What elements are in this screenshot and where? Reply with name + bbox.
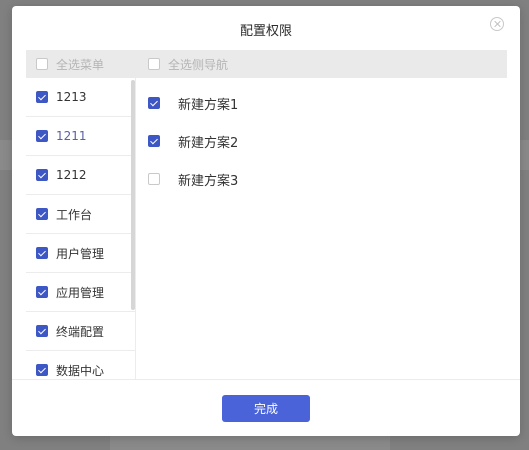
menu-item-checkbox[interactable] bbox=[36, 247, 48, 259]
dialog-footer: 完成 bbox=[12, 379, 520, 436]
nav-item-checkbox[interactable] bbox=[148, 97, 160, 109]
menu-item-checkbox[interactable] bbox=[36, 91, 48, 103]
nav-list: 新建方案1 新建方案2 新建方案3 bbox=[148, 84, 238, 198]
select-all-nav[interactable]: 全选侧导航 bbox=[148, 50, 228, 78]
nav-item-checkbox[interactable] bbox=[148, 135, 160, 147]
menu-list-item[interactable]: 应用管理 bbox=[26, 273, 135, 312]
dialog-title: 配置权限 bbox=[239, 24, 292, 39]
nav-list-item[interactable]: 新建方案3 bbox=[148, 160, 238, 198]
backdrop-fragment bbox=[0, 140, 12, 170]
menu-list: 1213 1211 1212 工作台用户管理应用管理终端配置数据中心 bbox=[26, 78, 136, 380]
nav-item-checkbox[interactable] bbox=[148, 173, 160, 185]
close-circle-icon[interactable] bbox=[490, 17, 504, 31]
menu-item-checkbox[interactable] bbox=[36, 130, 48, 142]
permission-dialog: 配置权限 全选菜单 全选侧导航 1213 1211 1212 工作台用户管理应用管理终… bbox=[12, 6, 520, 436]
nav-list-item[interactable]: 新建方案2 bbox=[148, 122, 238, 160]
backdrop-fragment bbox=[520, 140, 529, 170]
select-all-nav-checkbox[interactable] bbox=[148, 58, 160, 70]
select-all-menu[interactable]: 全选菜单 bbox=[36, 50, 104, 78]
menu-list-item[interactable]: 工作台 bbox=[26, 195, 135, 234]
menu-item-label: 应用管理 bbox=[56, 285, 105, 300]
nav-list-item[interactable]: 新建方案1 bbox=[148, 84, 238, 122]
menu-item-label: 工作台 bbox=[56, 207, 93, 222]
menu-item-checkbox[interactable] bbox=[36, 364, 48, 376]
menu-list-item[interactable]: 终端配置 bbox=[26, 312, 135, 351]
nav-item-label: 新建方案1 bbox=[178, 97, 239, 113]
nav-item-label: 新建方案3 bbox=[178, 173, 239, 189]
menu-item-label: 1211 bbox=[56, 129, 87, 143]
menu-item-checkbox[interactable] bbox=[36, 208, 48, 220]
select-all-menu-checkbox[interactable] bbox=[36, 58, 48, 70]
select-all-nav-label: 全选侧导航 bbox=[168, 57, 229, 72]
menu-item-checkbox[interactable] bbox=[36, 325, 48, 337]
menu-item-label: 终端配置 bbox=[56, 324, 105, 339]
menu-item-label: 1212 bbox=[56, 168, 87, 182]
menu-item-label: 用户管理 bbox=[56, 246, 105, 261]
menu-list-item[interactable]: 用户管理 bbox=[26, 234, 135, 273]
menu-list-scrollbar[interactable] bbox=[131, 80, 135, 310]
select-all-header: 全选菜单 全选侧导航 bbox=[26, 50, 507, 78]
menu-item-label: 数据中心 bbox=[56, 363, 105, 378]
menu-list-item[interactable]: 1211 bbox=[26, 117, 135, 156]
menu-list-item[interactable]: 1213 bbox=[26, 78, 135, 117]
menu-list-item[interactable]: 1212 bbox=[26, 156, 135, 195]
nav-item-label: 新建方案2 bbox=[178, 135, 239, 151]
menu-list-item[interactable]: 数据中心 bbox=[26, 351, 135, 380]
menu-item-label: 1213 bbox=[56, 90, 87, 104]
backdrop-fragment bbox=[110, 436, 390, 450]
select-all-menu-label: 全选菜单 bbox=[56, 57, 105, 72]
menu-item-checkbox[interactable] bbox=[36, 169, 48, 181]
done-button[interactable]: 完成 bbox=[222, 395, 310, 422]
menu-item-checkbox[interactable] bbox=[36, 286, 48, 298]
